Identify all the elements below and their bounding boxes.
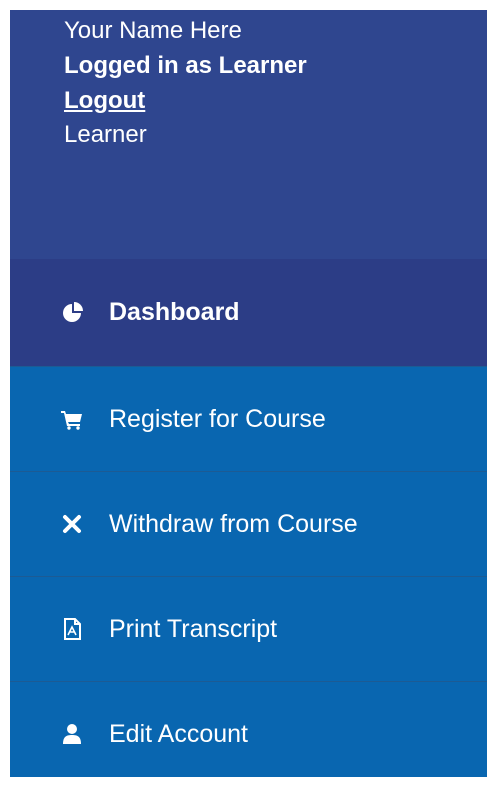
login-status: Logged in as Learner: [64, 51, 307, 79]
sidebar-item-label: Register for Course: [109, 404, 326, 433]
sidebar-item-label: Dashboard: [109, 298, 240, 326]
sidebar-item-register[interactable]: Register for Course: [10, 366, 487, 471]
sidebar-item-withdraw[interactable]: Withdraw from Course: [10, 471, 487, 576]
user-profile-panel: Your Name Here Logged in as Learner Logo…: [10, 10, 487, 259]
times-icon: [60, 512, 84, 536]
sidebar-menu: Dashboard Register for Course Withdraw f…: [10, 259, 487, 777]
cart-icon: [60, 407, 84, 431]
sidebar-item-edit-account[interactable]: Edit Account: [10, 681, 487, 777]
pie-chart-icon: [60, 301, 84, 325]
sidebar-item-transcript[interactable]: Print Transcript: [10, 576, 487, 681]
logout-link[interactable]: Logout: [64, 84, 145, 119]
sidebar-item-label: Print Transcript: [109, 614, 278, 643]
user-role: Learner: [64, 121, 147, 149]
sidebar-item-label: Withdraw from Course: [109, 509, 358, 538]
sidebar: Your Name Here Logged in as Learner Logo…: [10, 10, 487, 777]
sidebar-item-label: Edit Account: [109, 719, 248, 748]
user-icon: [60, 722, 84, 746]
pdf-file-icon: [60, 617, 84, 641]
sidebar-item-dashboard[interactable]: Dashboard: [10, 259, 487, 366]
user-name: Your Name Here: [64, 17, 242, 44]
